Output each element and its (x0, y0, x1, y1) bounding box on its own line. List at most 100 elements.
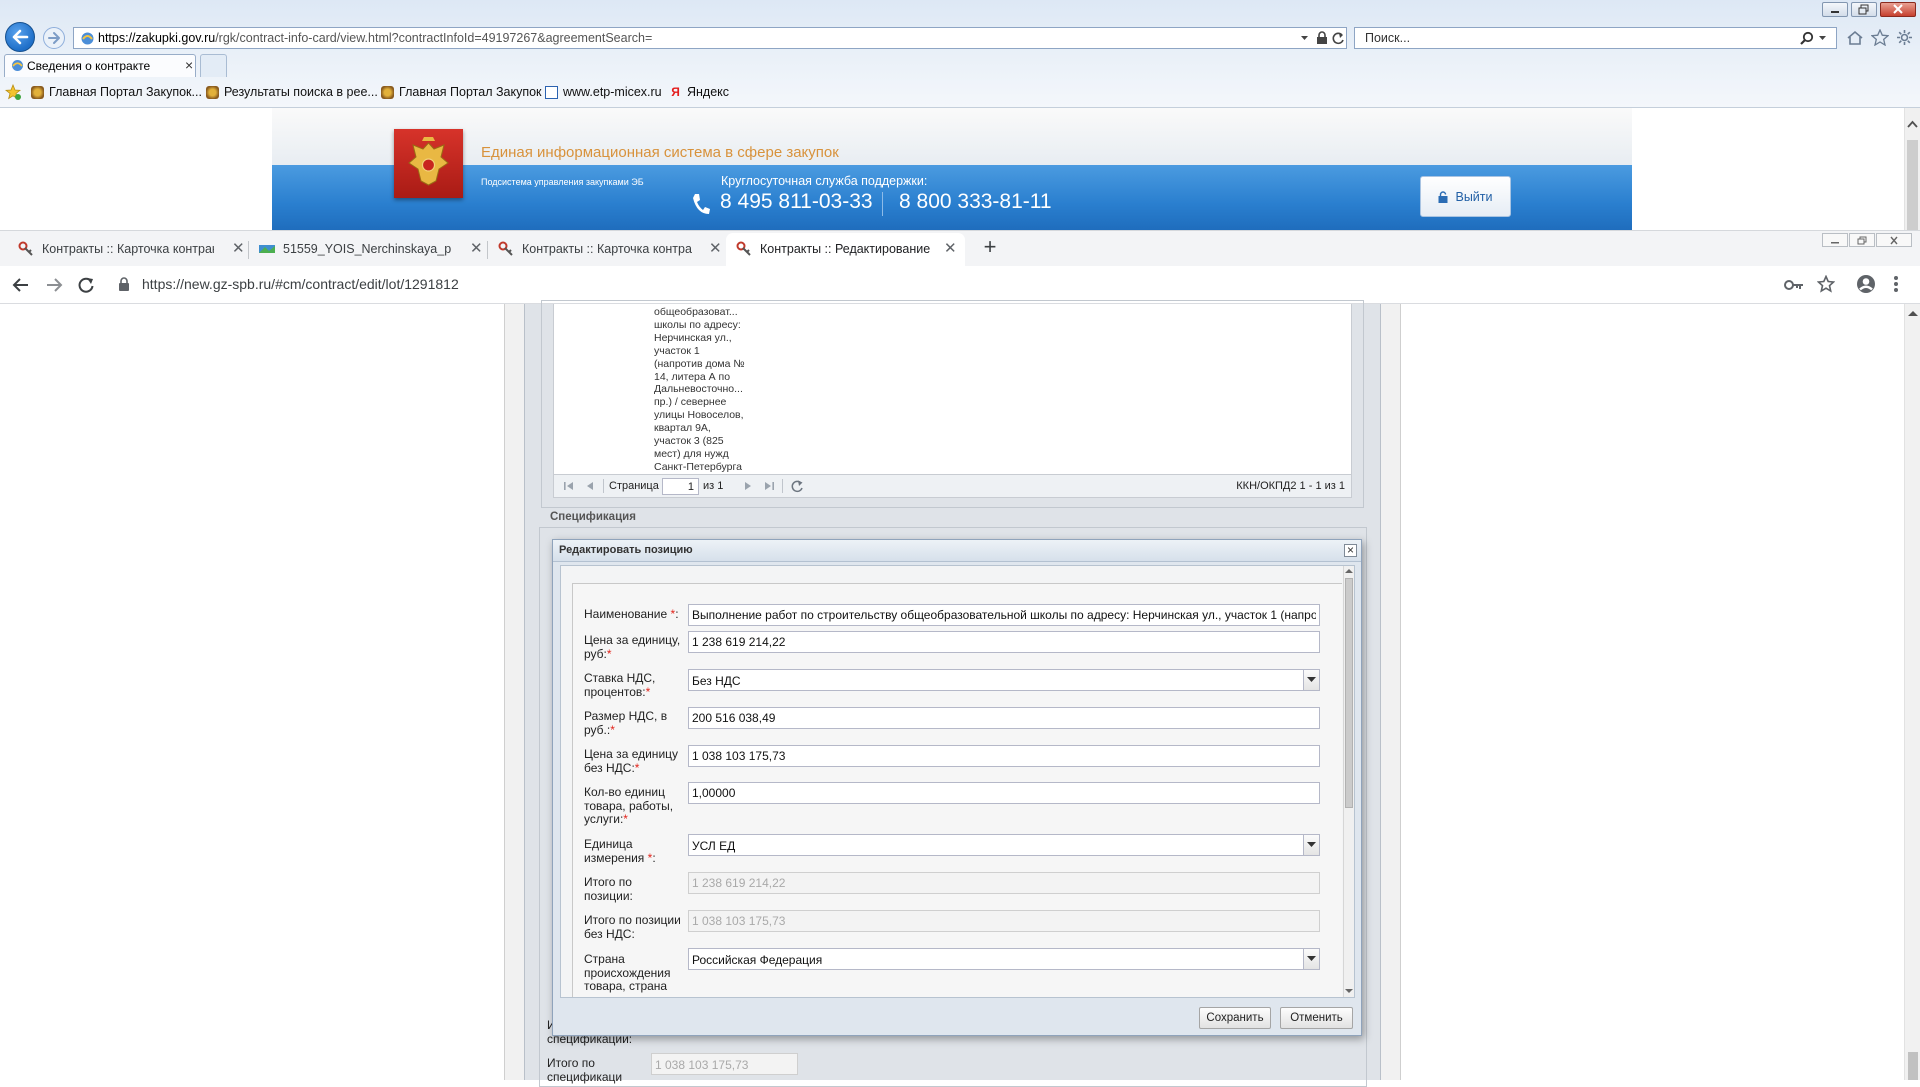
lock-icon[interactable] (118, 277, 130, 292)
name-input[interactable] (688, 604, 1320, 626)
chevron-down-icon[interactable] (1818, 34, 1827, 43)
country-of-origin-select[interactable]: Российская Федерация (688, 948, 1320, 970)
logout-button[interactable]: Выйти (1420, 176, 1511, 217)
russian-coat-of-arms-icon (394, 129, 463, 198)
cancel-button[interactable]: Отменить (1280, 1007, 1353, 1029)
close-tab-icon[interactable]: ✕ (709, 241, 722, 257)
ie-address-bar[interactable]: https://zakupki.gov.ru/rgk/contract-info… (73, 27, 1347, 49)
unit-of-measure-select[interactable]: УСЛ ЕД (688, 834, 1320, 856)
favorite-label: www.etp-micex.ru (563, 85, 662, 99)
favorite-link-1[interactable]: Главная Портал Закупок... (31, 83, 202, 101)
position-total-no-vat-input (688, 910, 1320, 932)
reload-icon[interactable] (77, 276, 95, 294)
home-icon[interactable] (1846, 30, 1864, 46)
favorites-star-icon[interactable] (1871, 29, 1889, 46)
vat-rate-select[interactable]: Без НДС (688, 669, 1320, 691)
ie-page-scrollbar[interactable] (1904, 108, 1920, 230)
favorite-link-5[interactable]: Я Яндекс (669, 83, 729, 101)
close-tab-icon[interactable]: × (185, 57, 193, 73)
kebab-menu-icon[interactable] (1893, 275, 1899, 293)
unit-price-input[interactable] (688, 631, 1320, 653)
pager-page-input[interactable]: 1 (662, 478, 699, 495)
restore-icon (1857, 236, 1867, 245)
scrollbar-thumb[interactable] (1907, 140, 1918, 230)
dialog-scrollbar[interactable] (1343, 566, 1354, 997)
chrome-minimize-button[interactable] (1822, 233, 1848, 247)
gear-icon[interactable] (1896, 29, 1913, 46)
position-total-input (688, 872, 1320, 894)
ie-forward-button[interactable] (43, 27, 65, 49)
ie-new-tab-button[interactable] (200, 54, 227, 77)
grid-cell-line: улицы Новоселов, (654, 409, 744, 422)
ie-restore-button[interactable] (1851, 2, 1877, 17)
refresh-icon[interactable] (790, 479, 804, 493)
ie-tab-active[interactable]: Сведения о контракте × (4, 54, 196, 77)
scroll-up-arrow-icon[interactable] (1345, 568, 1353, 574)
add-favorite-star-icon[interactable] (5, 84, 21, 100)
save-button[interactable]: Сохранить (1199, 1007, 1271, 1029)
prev-page-icon[interactable] (584, 480, 596, 492)
specification-legend: Спецификация (548, 511, 638, 523)
ie-search-box[interactable]: Поиск... (1354, 27, 1837, 49)
required-asterisk: * (606, 646, 612, 661)
label-text: Размер НДС, в руб.: (584, 709, 668, 737)
quantity-input[interactable] (688, 782, 1320, 804)
favorite-link-4[interactable]: www.etp-micex.ru (545, 83, 662, 101)
ie-minimize-button[interactable] (1822, 2, 1848, 17)
chrome-close-button[interactable] (1876, 233, 1912, 247)
okpd-grid[interactable]: общеобразоват... школы по адресу: Нерчин… (553, 304, 1352, 474)
scrollbar-thumb[interactable] (1908, 1052, 1918, 1080)
chrome-tab-2[interactable]: 51559_YOIS_Nerchinskaya_pecha ✕ (251, 233, 484, 266)
chevron-down-icon (1307, 677, 1316, 682)
scroll-down-arrow-icon[interactable] (1345, 988, 1353, 994)
minimize-icon (1831, 242, 1839, 244)
select-trigger[interactable] (1303, 835, 1319, 855)
profile-avatar-icon[interactable] (1856, 274, 1876, 294)
label-text: Цена за единицу, руб: (584, 633, 681, 661)
ie-close-button[interactable] (1880, 2, 1916, 17)
unit-price-no-vat-input[interactable] (688, 745, 1320, 767)
close-tab-icon[interactable]: ✕ (944, 241, 957, 257)
bookmark-star-icon[interactable] (1817, 275, 1835, 293)
last-page-icon[interactable] (763, 480, 775, 492)
grid-cell-line: Нерчинская ул., (654, 331, 732, 344)
chrome-restore-button[interactable] (1849, 233, 1875, 247)
scrollbar-thumb[interactable] (1345, 578, 1353, 808)
chrome-toolbar: https://new.gz-spb.ru/#cm/contract/edit/… (0, 266, 1920, 304)
ie-back-button[interactable] (5, 22, 35, 52)
minimize-icon (1831, 11, 1839, 13)
gz-spb-favicon-icon (18, 241, 33, 256)
lock-icon[interactable] (1316, 31, 1328, 45)
select-trigger[interactable] (1303, 949, 1319, 969)
label-text: Итого по позиции: (584, 875, 633, 903)
forward-arrow-icon[interactable] (45, 277, 63, 293)
close-tab-icon[interactable]: ✕ (470, 241, 483, 257)
chrome-tab-1[interactable]: Контракты :: Карточка контракт ✕ (12, 233, 245, 266)
ie-url-text[interactable]: https://zakupki.gov.ru/rgk/contract-info… (98, 31, 652, 45)
chrome-url-text[interactable]: https://new.gz-spb.ru/#cm/contract/edit/… (142, 276, 459, 292)
eagle-favicon-icon (206, 85, 219, 99)
close-tab-icon[interactable]: ✕ (232, 241, 245, 257)
select-trigger[interactable] (1303, 670, 1319, 690)
scroll-up-arrow-icon[interactable] (1907, 120, 1918, 128)
page-scrollbar[interactable] (1904, 304, 1920, 1080)
scroll-up-arrow-icon[interactable] (1908, 310, 1918, 317)
chrome-tab-3[interactable]: Контракты :: Карточка контракт ✕ (490, 233, 723, 266)
favorite-link-2[interactable]: Результаты поиска в рее... (206, 83, 378, 101)
chrome-tab-4-active[interactable]: Контракты :: Редактирование ко ✕ (726, 233, 965, 266)
search-icon[interactable] (1799, 31, 1814, 46)
back-arrow-icon[interactable] (12, 277, 30, 293)
key-icon[interactable] (1784, 278, 1804, 292)
favorite-link-3[interactable]: Главная Портал Закупок (381, 83, 542, 101)
next-page-icon[interactable] (742, 480, 754, 492)
dialog-header[interactable]: Редактировать позицию × (553, 540, 1361, 562)
vat-amount-input[interactable] (688, 707, 1320, 729)
close-icon[interactable]: × (1344, 544, 1357, 557)
new-tab-button[interactable]: + (979, 236, 1001, 258)
label-text: Единица измерения (584, 837, 648, 865)
refresh-icon[interactable] (1331, 31, 1345, 45)
chevron-down-icon[interactable] (1300, 34, 1309, 43)
first-page-icon[interactable] (563, 480, 575, 492)
position-total-label: Итого по позиции: (584, 875, 684, 903)
phone-divider (882, 192, 883, 216)
